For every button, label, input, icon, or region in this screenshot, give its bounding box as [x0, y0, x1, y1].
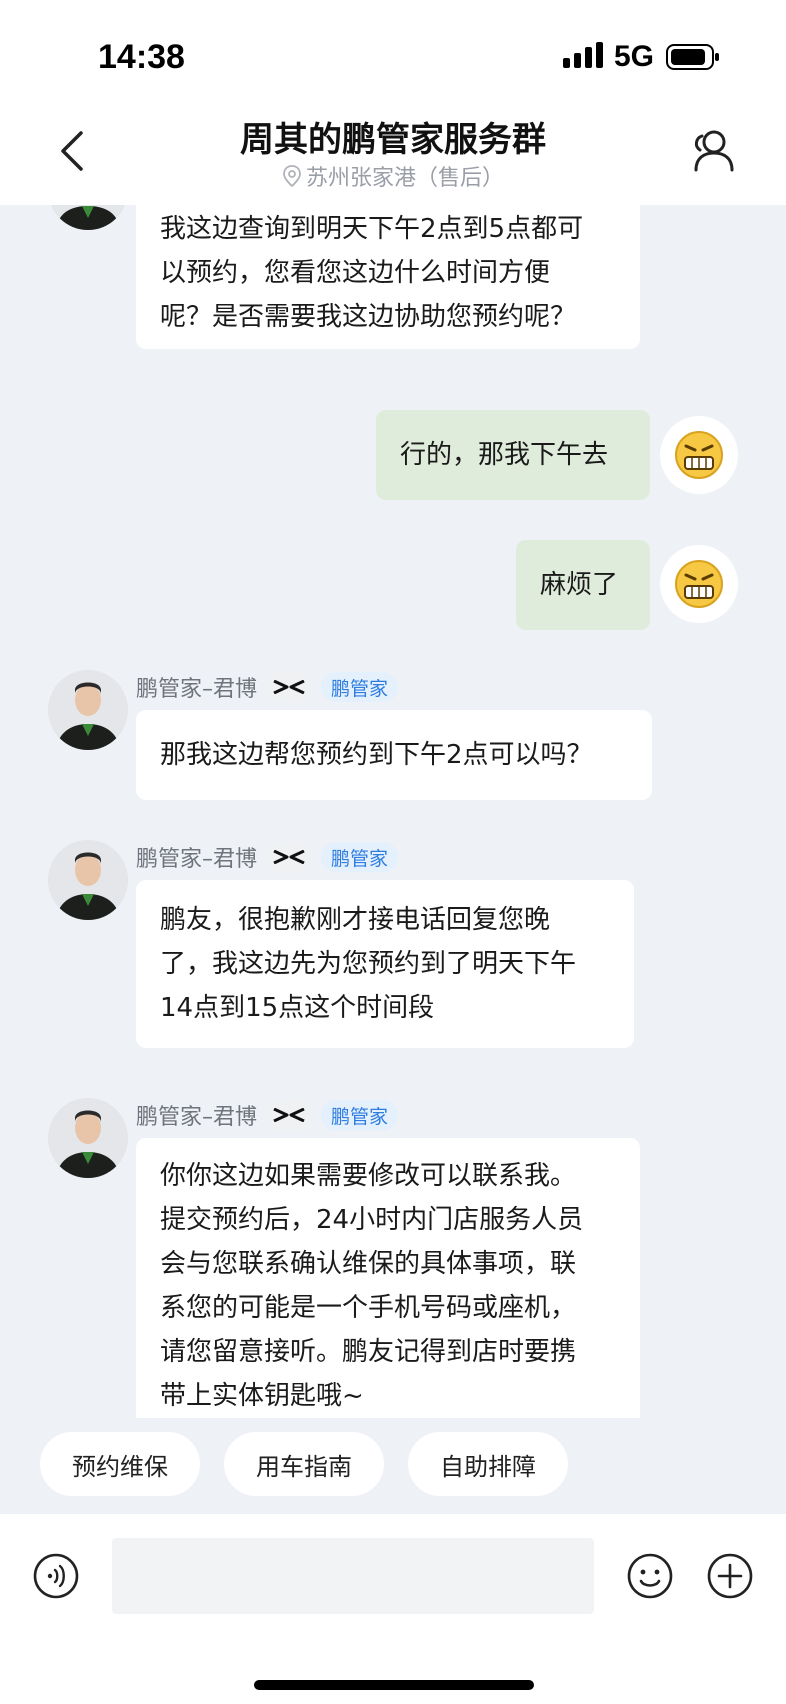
sender-info: 鹏管家–君博 鹏管家	[136, 840, 399, 874]
plus-icon	[707, 1553, 753, 1599]
sender-info: 鹏管家–君博 鹏管家	[136, 670, 399, 704]
message-bubble-self[interactable]: 行的，那我下午去	[376, 410, 650, 500]
role-badge: 鹏管家	[321, 1100, 399, 1130]
emoji-button[interactable]	[626, 1552, 674, 1600]
voice-button[interactable]	[32, 1552, 80, 1600]
role-badge: 鹏管家	[321, 842, 399, 872]
message-line: 鹏友，很抱歉刚才接电话回复您晚	[160, 905, 551, 935]
message-bubble-agent[interactable]: 鹏友，很抱歉刚才接电话回复您晚 了，我这边先为您预约到了明天下午 14点到15点…	[136, 880, 634, 1048]
grimace-emoji-avatar[interactable]	[660, 416, 738, 494]
agent-avatar[interactable]	[48, 205, 128, 230]
quick-reply-book-maintenance[interactable]: 预约维保	[40, 1432, 200, 1496]
network-label: 5G	[614, 40, 655, 73]
message-line: 行的，那我下午去	[400, 440, 609, 470]
quick-reply-bar: 预约维保 用车指南 自助排障	[0, 1418, 786, 1514]
message-line: 会与您联系确认维保的具体事项，联	[160, 1249, 577, 1279]
members-icon	[694, 130, 734, 172]
members-button[interactable]	[688, 126, 738, 176]
message-input[interactable]	[112, 1538, 594, 1614]
plus-button[interactable]	[706, 1552, 754, 1600]
message-bubble-agent[interactable]: 那我这边帮您预约到下午2点可以吗？	[136, 710, 652, 800]
group-title: 周其的鹏管家服务群	[240, 120, 546, 160]
sender-name: 鹏管家–君博	[136, 847, 258, 872]
message-line: 请您留意接听。鹏友记得到店时要携	[160, 1337, 577, 1367]
group-location[interactable]: 苏州张家港（售后）	[0, 160, 786, 192]
message-line: 你你这边如果需要修改可以联系我。	[160, 1161, 577, 1191]
message-line: 以预约，您看您这边什么时间方便	[160, 258, 551, 288]
status-time: 14:38	[98, 38, 185, 76]
sender-info: 鹏管家–君博 鹏管家	[136, 1098, 399, 1132]
chat-message-list[interactable]: 我这边查询到明天下午2点到5点都可 以预约，您看您这边什么时间方便 呢？是否需要…	[0, 205, 786, 1418]
agent-avatar[interactable]	[48, 670, 128, 750]
message-line: 呢？是否需要我这边协助您预约呢？	[160, 302, 577, 332]
voice-icon	[33, 1553, 79, 1599]
message-line: 我这边查询到明天下午2点到5点都可	[160, 214, 584, 244]
signal-icon	[563, 42, 603, 68]
home-indicator	[254, 1680, 534, 1690]
message-bubble-agent[interactable]: 我这边查询到明天下午2点到5点都可 以预约，您看您这边什么时间方便 呢？是否需要…	[136, 205, 640, 349]
message-bubble-self[interactable]: 麻烦了	[516, 540, 650, 630]
message-line: 14点到15点这个时间段	[160, 993, 435, 1023]
agent-avatar[interactable]	[48, 1098, 128, 1178]
location-pin-icon	[283, 165, 301, 187]
input-bar	[0, 1514, 786, 1704]
battery-icon	[666, 44, 719, 70]
sender-name: 鹏管家–君博	[136, 1105, 258, 1130]
grimace-emoji-icon	[675, 560, 723, 608]
status-bar: 14:38 5G	[0, 0, 786, 100]
message-line: 了，我这边先为您预约到了明天下午	[160, 949, 577, 979]
emoji-icon	[627, 1553, 673, 1599]
brand-logo-icon	[267, 842, 312, 872]
agent-avatar[interactable]	[48, 840, 128, 920]
grimace-emoji-avatar[interactable]	[660, 545, 738, 623]
message-line: 提交预约后，24小时内门店服务人员	[160, 1205, 584, 1235]
message-line: 那我这边帮您预约到下午2点可以吗？	[160, 740, 593, 770]
role-badge: 鹏管家	[321, 672, 399, 702]
sender-name: 鹏管家–君博	[136, 677, 258, 702]
group-subtitle-text: 苏州张家港（售后）	[305, 166, 504, 191]
brand-logo-icon	[267, 672, 312, 702]
chat-header: 周其的鹏管家服务群 苏州张家港（售后）	[0, 100, 786, 205]
message-line: 麻烦了	[540, 570, 619, 600]
message-bubble-agent[interactable]: 你你这边如果需要修改可以联系我。 提交预约后，24小时内门店服务人员 会与您联系…	[136, 1138, 640, 1418]
message-line: 系您的可能是一个手机号码或座机，	[160, 1293, 577, 1323]
quick-reply-car-guide[interactable]: 用车指南	[224, 1432, 384, 1496]
grimace-emoji-icon	[675, 431, 723, 479]
message-line: 带上实体钥匙哦~	[160, 1381, 364, 1411]
brand-logo-icon	[267, 1100, 312, 1130]
quick-reply-self-troubleshoot[interactable]: 自助排障	[408, 1432, 568, 1496]
